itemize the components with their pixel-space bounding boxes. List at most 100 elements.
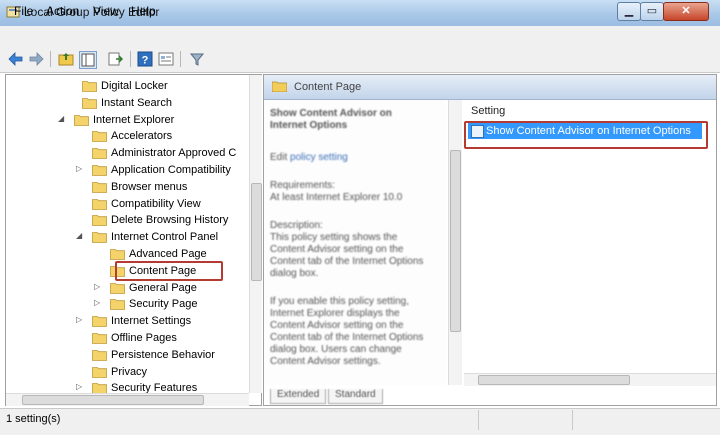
maximize-button[interactable]: ▭ bbox=[640, 2, 664, 21]
tree-item-label: Internet Control Panel bbox=[111, 231, 219, 244]
setting-column-header[interactable]: Setting bbox=[471, 105, 505, 117]
folder-icon bbox=[92, 232, 107, 244]
collapse-arrow-icon[interactable]: ◢ bbox=[76, 231, 85, 240]
menu-view[interactable]: View bbox=[93, 4, 119, 18]
tree-item-internet-explorer[interactable]: ◢ Internet Explorer bbox=[6, 113, 246, 129]
folder-icon bbox=[92, 316, 107, 328]
tree-item-label: Accelerators bbox=[111, 130, 173, 143]
tree-item-label: Application Compatibility bbox=[111, 164, 231, 176]
description-title: Show Content Advisor on Internet Options bbox=[270, 108, 392, 131]
description-panel: Show Content Advisor on Internet Options… bbox=[264, 100, 446, 385]
tree-horizontal-scrollbar[interactable] bbox=[6, 393, 249, 406]
tree-item-application-compatibility[interactable]: ▷ Application Compatibility bbox=[6, 163, 246, 179]
tree-item-persistence-behavior[interactable]: Persistence Behavior bbox=[6, 348, 246, 364]
tree-item-accelerators[interactable]: Accelerators bbox=[6, 129, 246, 145]
details-header: Content Page bbox=[264, 75, 716, 100]
folder-icon bbox=[92, 198, 107, 210]
tree-item-label: Security Page bbox=[129, 298, 198, 311]
folder-icon bbox=[92, 165, 107, 176]
help-icon[interactable]: ? bbox=[137, 51, 153, 67]
tree-item-delete-browsing-history[interactable]: Delete Browsing History bbox=[6, 213, 246, 229]
folder-icon bbox=[110, 299, 125, 311]
export-list-icon[interactable] bbox=[107, 51, 123, 67]
tree-item-general-page[interactable]: ▷ General Page bbox=[6, 281, 246, 297]
description-label: Description: bbox=[270, 220, 323, 231]
edit-policy-line: Edit policy setting bbox=[270, 152, 430, 164]
tree-pane[interactable]: Digital Locker Instant Search ◢ Internet Ex… bbox=[5, 74, 262, 406]
tree-item-internet-control-panel[interactable]: ◢ Internet Control Panel bbox=[6, 230, 246, 246]
expand-arrow-icon[interactable]: ▷ bbox=[76, 315, 85, 324]
tree-item-digital-locker[interactable]: Digital Locker bbox=[6, 79, 246, 95]
close-button[interactable]: ✕ bbox=[663, 2, 709, 21]
expand-arrow-icon[interactable]: ▷ bbox=[94, 282, 103, 291]
edit-policy-setting-link[interactable]: policy setting bbox=[290, 152, 348, 163]
tree-horizontal-scroll-thumb[interactable] bbox=[22, 395, 204, 405]
tree-item-label: Browser menus bbox=[111, 180, 188, 193]
folder-icon bbox=[92, 148, 107, 160]
details-pane: Content Page Show Content Advisor on Int… bbox=[263, 74, 717, 406]
status-bar bbox=[0, 408, 720, 435]
minimize-button[interactable]: ▁ bbox=[617, 2, 641, 21]
requirements-label: Requirements: bbox=[270, 180, 336, 191]
tree-item-browser-menus[interactable]: Browser menus bbox=[6, 180, 246, 196]
collapse-arrow-icon[interactable]: ◢ bbox=[58, 114, 67, 123]
tree-item-instant-search[interactable]: Instant Search bbox=[6, 96, 246, 112]
tab-extended[interactable]: Extended bbox=[270, 389, 327, 404]
description-scroll-thumb[interactable] bbox=[450, 150, 461, 332]
folder-icon bbox=[82, 81, 97, 92]
status-separator bbox=[478, 410, 479, 430]
folder-icon bbox=[92, 366, 107, 378]
status-text: 1 setting(s) bbox=[6, 413, 61, 425]
menu-bar bbox=[0, 26, 720, 46]
edit-prefix: Edit bbox=[270, 152, 288, 163]
folder-icon bbox=[74, 114, 89, 126]
tree-item-compatibility-view[interactable]: Compatibility View bbox=[6, 197, 246, 213]
properties-icon[interactable] bbox=[158, 51, 174, 67]
folder-icon bbox=[110, 249, 125, 260]
requirements-value: At least Internet Explorer 10.0 bbox=[270, 192, 403, 203]
tree-item-label: Instant Search bbox=[101, 96, 172, 109]
folder-icon bbox=[82, 97, 97, 109]
tree-item-label: Offline Pages bbox=[111, 332, 177, 344]
tree-item-security-page[interactable]: ▷ Security Page bbox=[6, 297, 246, 313]
settings-scroll-thumb[interactable] bbox=[478, 375, 630, 385]
folder-icon bbox=[92, 215, 107, 227]
folder-icon bbox=[110, 282, 125, 294]
tree-item-label: Persistence Behavior bbox=[111, 348, 215, 361]
tree-item-privacy[interactable]: Privacy bbox=[6, 365, 246, 381]
folder-icon bbox=[272, 81, 287, 92]
filter-icon[interactable] bbox=[189, 51, 205, 67]
tree-item-offline-pages[interactable]: Offline Pages bbox=[6, 331, 246, 347]
tree-item-administrator-approved[interactable]: Administrator Approved C bbox=[6, 146, 246, 162]
folder-icon bbox=[92, 333, 107, 344]
tree-item-label: Compatibility View bbox=[111, 197, 201, 210]
tree-item-label: Advanced Page bbox=[129, 248, 207, 260]
folder-icon bbox=[92, 181, 107, 193]
tree-item-label: Privacy bbox=[111, 365, 148, 378]
forward-arrow-icon[interactable] bbox=[28, 51, 44, 67]
tree-vertical-scrollbar[interactable] bbox=[249, 75, 262, 393]
show-hide-tree-icon[interactable] bbox=[79, 51, 97, 69]
settings-horizontal-scrollbar[interactable] bbox=[464, 373, 716, 386]
tree-item-internet-settings[interactable]: ▷ Internet Settings bbox=[6, 314, 246, 330]
tab-standard[interactable]: Standard bbox=[328, 389, 383, 404]
tree-item-label: General Page bbox=[129, 281, 197, 294]
svg-text:?: ? bbox=[142, 55, 149, 67]
tree-vertical-scroll-thumb[interactable] bbox=[251, 183, 262, 281]
content-page-highlight bbox=[115, 261, 223, 281]
menu-action[interactable]: Action bbox=[46, 4, 79, 18]
tree-item-label: Delete Browsing History bbox=[111, 214, 229, 227]
description-vertical-scrollbar[interactable] bbox=[448, 100, 462, 385]
description-more-text: If you enable this policy setting, Inter… bbox=[270, 296, 424, 367]
expand-arrow-icon[interactable]: ▷ bbox=[76, 164, 85, 173]
folder-icon bbox=[92, 349, 107, 361]
back-arrow-icon[interactable] bbox=[8, 51, 24, 67]
up-folder-icon[interactable] bbox=[58, 51, 74, 67]
details-header-title: Content Page bbox=[294, 81, 362, 93]
toolbar-separator bbox=[50, 51, 51, 67]
folder-icon bbox=[92, 131, 107, 143]
menu-help[interactable]: Help bbox=[131, 4, 156, 18]
expand-arrow-icon[interactable]: ▷ bbox=[76, 382, 85, 391]
expand-arrow-icon[interactable]: ▷ bbox=[94, 298, 103, 307]
menu-file[interactable]: File bbox=[14, 4, 33, 18]
